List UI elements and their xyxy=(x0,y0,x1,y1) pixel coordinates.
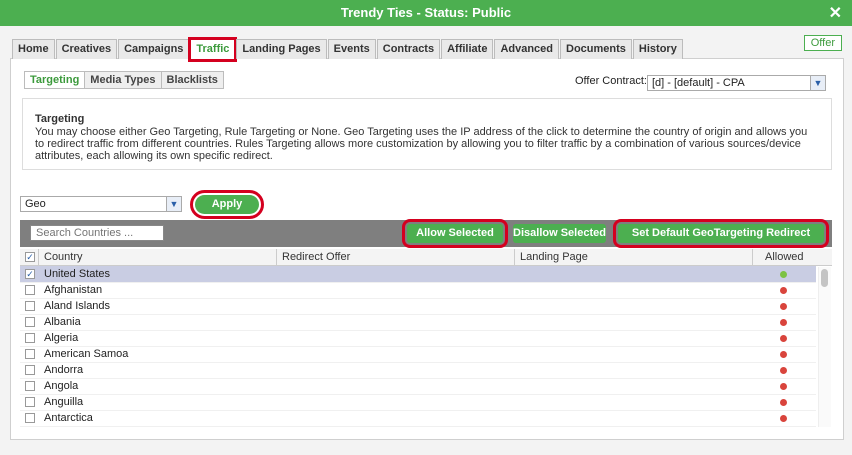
country-name: Andorra xyxy=(44,364,84,376)
tab-contracts[interactable]: Contracts xyxy=(376,39,441,59)
disallowed-status-icon xyxy=(780,335,787,342)
subtab-media-types[interactable]: Media Types xyxy=(84,71,162,89)
window-title: Trendy Ties - Status: Public xyxy=(340,5,512,20)
country-name: Algeria xyxy=(44,332,79,344)
column-allowed[interactable]: Allowed xyxy=(765,251,804,263)
column-redirect-offer[interactable]: Redirect Offer xyxy=(282,251,350,263)
disallowed-status-icon xyxy=(780,319,787,326)
offer-contract-select[interactable]: [d] - [default] - CPA ▼ xyxy=(647,75,826,91)
offer-contract-label: Offer Contract: xyxy=(575,75,647,87)
disallowed-status-icon xyxy=(780,415,787,422)
close-icon[interactable]: ✕ xyxy=(829,3,842,23)
select-all-checkbox[interactable]: ✓ xyxy=(25,252,35,262)
country-name: American Samoa xyxy=(44,348,129,360)
country-name: United States xyxy=(44,268,111,280)
tab-traffic[interactable]: Traffic xyxy=(188,37,238,62)
table-row[interactable]: Angola xyxy=(20,378,816,395)
disallowed-status-icon xyxy=(780,287,787,294)
offer-contract-value: [d] - [default] - CPA xyxy=(652,77,745,89)
table-row[interactable]: ✓ United States xyxy=(20,266,816,283)
allow-selected-button[interactable]: Allow Selected xyxy=(402,219,508,248)
column-country[interactable]: Country xyxy=(44,251,83,263)
subtab-blacklists[interactable]: Blacklists xyxy=(160,71,224,89)
tab-landing-pages[interactable]: Landing Pages xyxy=(236,39,327,59)
chevron-down-icon: ▼ xyxy=(166,197,181,211)
row-checkbox[interactable] xyxy=(25,349,35,359)
countries-grid: ✓ Country Redirect Offer Landing Page Al… xyxy=(20,249,832,428)
row-checkbox[interactable] xyxy=(25,333,35,343)
table-row[interactable]: Albania xyxy=(20,314,816,331)
chevron-down-icon: ▼ xyxy=(810,76,825,90)
row-checkbox[interactable] xyxy=(25,317,35,327)
country-name: Antarctica xyxy=(44,412,93,424)
disallowed-status-icon xyxy=(780,367,787,374)
table-row[interactable]: Aland Islands xyxy=(20,298,816,315)
row-checkbox[interactable]: ✓ xyxy=(25,269,35,279)
tab-events[interactable]: Events xyxy=(327,39,376,59)
table-row[interactable]: American Samoa xyxy=(20,346,816,363)
tab-creatives[interactable]: Creatives xyxy=(55,39,118,59)
table-row[interactable]: Antarctica xyxy=(20,410,816,427)
disallowed-status-icon xyxy=(780,399,787,406)
country-name: Afghanistan xyxy=(44,284,103,296)
scroll-thumb[interactable] xyxy=(821,269,828,287)
tab-history[interactable]: History xyxy=(632,39,683,59)
tab-campaigns[interactable]: Campaigns xyxy=(118,39,190,59)
set-default-geotargeting-button[interactable]: Set Default GeoTargeting Redirect Offer xyxy=(613,219,829,258)
column-landing-page[interactable]: Landing Page xyxy=(520,251,588,263)
country-name: Angola xyxy=(44,380,79,392)
row-checkbox[interactable] xyxy=(25,381,35,391)
disallowed-status-icon xyxy=(780,351,787,358)
table-row[interactable]: Andorra xyxy=(20,362,816,379)
targeting-type-select[interactable]: Geo ▼ xyxy=(20,196,182,212)
search-countries-input[interactable] xyxy=(30,225,164,241)
description-text: You may choose either Geo Targeting, Rul… xyxy=(35,126,808,162)
row-checkbox[interactable] xyxy=(25,285,35,295)
tab-advanced[interactable]: Advanced xyxy=(494,39,560,59)
country-name: Albania xyxy=(44,316,81,328)
main-tabs: Home Creatives Campaigns Traffic Landing Pag… xyxy=(12,37,684,62)
table-row[interactable]: Algeria xyxy=(20,330,816,347)
row-checkbox[interactable] xyxy=(25,413,35,423)
tab-documents[interactable]: Documents xyxy=(560,39,632,59)
tab-affiliate[interactable]: Affiliate xyxy=(441,39,494,59)
table-row[interactable]: Anguilla xyxy=(20,394,816,411)
disallowed-status-icon xyxy=(780,303,787,310)
country-name: Anguilla xyxy=(44,396,84,408)
description-heading: Targeting xyxy=(35,113,85,125)
targeting-description: Targeting You may choose either Geo Targ… xyxy=(22,98,832,170)
title-bar: Trendy Ties - Status: Public ✕ xyxy=(0,0,852,26)
table-row[interactable]: Afghanistan xyxy=(20,282,816,299)
row-checkbox[interactable] xyxy=(25,365,35,375)
disallow-selected-button[interactable]: Disallow Selected xyxy=(513,224,606,243)
targeting-type-value: Geo xyxy=(25,198,46,210)
disallowed-status-icon xyxy=(780,383,787,390)
apply-button[interactable]: Apply xyxy=(190,190,264,219)
grid-scrollbar[interactable] xyxy=(818,267,831,427)
allowed-status-icon xyxy=(780,271,787,278)
row-checkbox[interactable] xyxy=(25,397,35,407)
sub-tabs: Targeting Media Types Blacklists xyxy=(24,71,224,89)
subtab-targeting[interactable]: Targeting xyxy=(24,71,86,89)
offer-badge: Offer xyxy=(803,35,842,51)
row-checkbox[interactable] xyxy=(25,301,35,311)
country-name: Aland Islands xyxy=(44,300,111,312)
grid-header: ✓ Country Redirect Offer Landing Page Al… xyxy=(20,249,832,266)
tab-home[interactable]: Home xyxy=(12,39,55,59)
